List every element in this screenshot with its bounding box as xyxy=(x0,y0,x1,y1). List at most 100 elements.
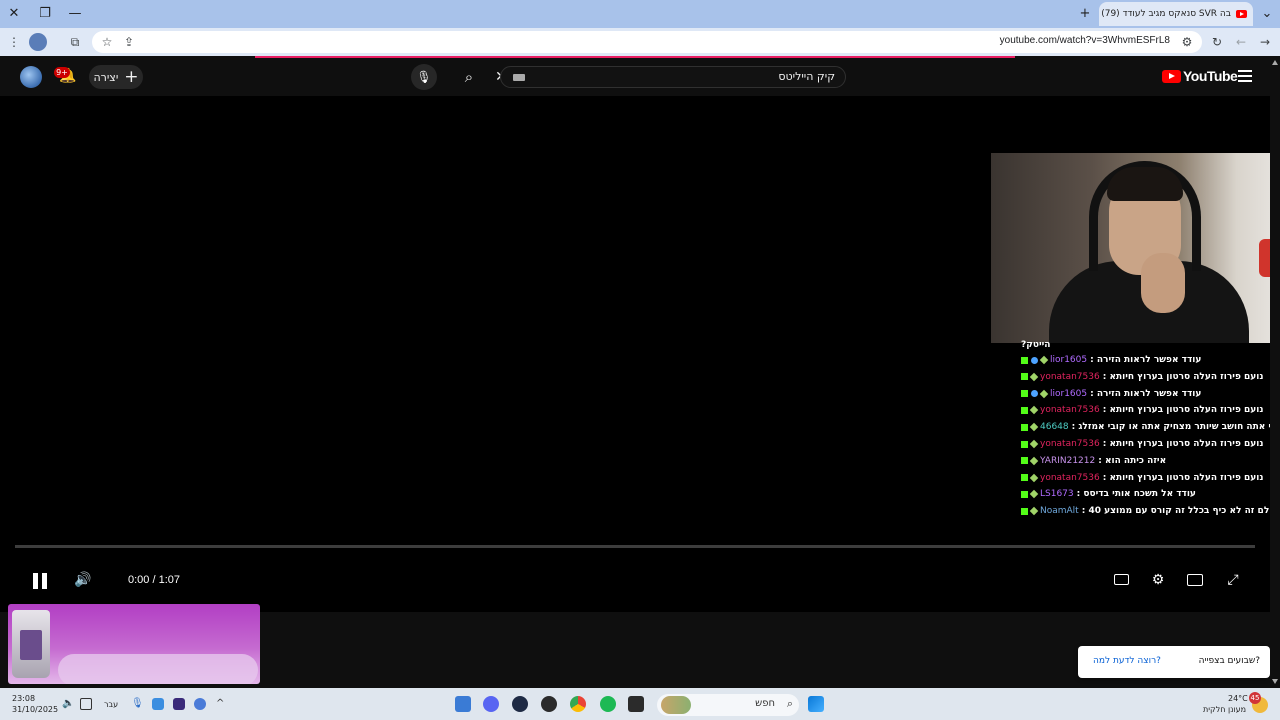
defender-icon[interactable] xyxy=(152,698,164,710)
tab-search-icon[interactable]: ⌄ xyxy=(1257,4,1277,24)
streamer-webcam-image xyxy=(991,153,1280,343)
terminal-icon[interactable] xyxy=(628,696,644,712)
chat-message: 46648 מי אתה חושב שיותר מצחיק אתה או קובי… xyxy=(1021,419,1278,435)
bookmark-star-icon[interactable]: ☆ xyxy=(98,33,116,51)
spotify-icon[interactable] xyxy=(600,696,616,712)
chat-username: NoamAlt xyxy=(1040,506,1079,517)
profile-avatar-icon[interactable] xyxy=(29,33,47,51)
fullscreen-icon[interactable]: ⤢ xyxy=(1222,570,1244,590)
tab-title: (79) סנאקס מגיב לעודד SVR בה xyxy=(1101,9,1231,19)
new-tab-icon[interactable]: + xyxy=(1075,4,1095,24)
weather-desc[interactable]: מעונן חלקית xyxy=(1203,705,1246,714)
restore-window-icon[interactable]: ❐ xyxy=(35,4,55,24)
chat-username: yonatan7536 xyxy=(1040,439,1100,449)
chat-message: YARIN21212 איזה כיתה הוא : xyxy=(1021,453,1166,469)
volume-icon[interactable]: 🔊 xyxy=(73,570,93,590)
create-label: יצירה xyxy=(93,70,119,84)
chrome-icon[interactable] xyxy=(570,696,586,712)
start-windows-icon[interactable] xyxy=(808,696,824,712)
voice-search-icon[interactable]: 🎙 xyxy=(411,64,437,90)
chat-username: LS1673 xyxy=(1040,489,1074,500)
chat-message: NoamAltתהיה בהלם זה לא כיף בכלל זה קורס … xyxy=(1021,503,1280,519)
notification-count-badge: 9+ xyxy=(54,67,70,78)
search-input[interactable]: קיק הייליטס xyxy=(500,66,846,88)
clock-time[interactable]: 23:08 xyxy=(12,694,35,703)
video-progress-bar[interactable] xyxy=(15,545,1255,548)
menu-dots-icon[interactable]: ⋮ xyxy=(5,33,23,51)
account-avatar[interactable] xyxy=(20,66,42,88)
kick-badge-icon xyxy=(1021,406,1028,414)
chat-username: YARIN21212 xyxy=(1040,455,1096,466)
scroll-up-icon[interactable] xyxy=(1272,60,1278,65)
speaker-icon[interactable]: 🔈 xyxy=(62,698,74,710)
sync-icon[interactable] xyxy=(194,698,206,710)
create-button[interactable]: יצירה + xyxy=(89,65,143,89)
chat-message: yonatan7536 נועם פירוז העלה סרטון בערוץ ח… xyxy=(1021,436,1263,452)
chat-badge-icon xyxy=(1029,406,1039,415)
kick-badge-icon xyxy=(1021,356,1028,364)
windows-taskbar: 🔈 🎙 ^ xyxy=(0,688,1280,720)
ad-thumbnail[interactable] xyxy=(8,604,260,684)
taskbar-search[interactable]: חפש ⌕ xyxy=(657,694,799,716)
kick-badge-icon xyxy=(1021,457,1028,465)
pause-button[interactable] xyxy=(31,572,49,590)
weather-badge: 45 xyxy=(1249,692,1261,704)
chat-message-text: עודד אפשר לראות הזירה : xyxy=(1090,388,1202,399)
extensions-icon[interactable]: ⧉ xyxy=(66,33,84,51)
chat-username: 46648 xyxy=(1040,422,1069,433)
chat-message: yonatan7536 נועם פירוז העלה סרטון בערוץ ח… xyxy=(1021,470,1263,486)
survey-question: שבועים בצפייה? xyxy=(1198,656,1260,666)
language-indicator[interactable]: עבר xyxy=(104,700,118,709)
search-icon[interactable]: ⌕ xyxy=(450,66,488,88)
reload-icon[interactable]: ↻ xyxy=(1208,33,1226,51)
page-scrollbar[interactable] xyxy=(1270,56,1280,688)
time-display: 0:00 / 1:07 xyxy=(128,574,180,586)
chat-username: lior1605 xyxy=(1050,355,1088,365)
chat-badge-icon xyxy=(1039,389,1049,398)
chat-message-text: איזה כיתה הוא : xyxy=(1098,455,1167,466)
settings-gear-icon[interactable]: ⚙ xyxy=(1147,570,1169,590)
youtube-logo[interactable]: YouTube xyxy=(1162,68,1238,84)
site-settings-icon[interactable]: ⚙ xyxy=(1178,33,1196,51)
network-icon[interactable] xyxy=(80,698,92,710)
youtube-favicon-icon xyxy=(1236,10,1247,18)
chat-badge-icon xyxy=(1029,490,1039,499)
back-icon[interactable]: → xyxy=(1256,33,1274,51)
chat-message: yonatan7536 נועם פירוז העלה סרטון בערוץ ח… xyxy=(1021,402,1263,418)
chat-message-text: עודד אל תשכח אותי בדיסס : xyxy=(1076,489,1196,500)
weather-temp[interactable]: 24°C xyxy=(1228,694,1248,703)
browser-tab[interactable]: (79) סנאקס מגיב לעודד SVR בה ✕ xyxy=(1099,2,1253,26)
close-window-icon[interactable]: ✕ xyxy=(4,4,24,24)
tray-chevron-icon[interactable]: ^ xyxy=(216,698,228,710)
chat-message-text: נועם פירוז העלה סרטון בערוץ חיותא : xyxy=(1102,371,1264,382)
chat-badge-icon xyxy=(1029,439,1039,449)
chat-message: yonatan7536 נועם פירוז העלה סרטון בערוץ ח… xyxy=(1021,369,1263,385)
chat-message-text: נועם פירוז העלה סרטון בערוץ חיותא : xyxy=(1102,405,1264,416)
survey-link[interactable]: רוצה לדעת למה? xyxy=(1093,656,1161,666)
forward-icon[interactable]: ← xyxy=(1232,33,1250,51)
hamburger-menu-icon[interactable] xyxy=(1238,70,1252,82)
calculator-icon[interactable] xyxy=(455,696,471,712)
share-icon[interactable]: ⇪ xyxy=(120,33,138,51)
app-icon[interactable] xyxy=(512,696,528,712)
theater-mode-icon[interactable] xyxy=(1184,570,1206,590)
chat-message-text: נועם פירוז העלה סרטון בערוץ חיותא : xyxy=(1102,472,1264,483)
survey-popup: שבועים בצפייה? רוצה לדעת למה? xyxy=(1078,646,1270,678)
browser-tab-bar: ✕ ❐ — + (79) סנאקס מגיב לעודד SVR בה ✕ ⌄ xyxy=(0,0,1280,28)
subtitles-icon[interactable] xyxy=(1110,570,1132,590)
chat-message: LS1673 עודד אל תשכח אותי בדיסס : xyxy=(1021,486,1196,502)
keyboard-icon[interactable] xyxy=(513,74,525,81)
steam-icon[interactable] xyxy=(541,696,557,712)
chat-badge-icon xyxy=(1029,473,1039,482)
discord-icon[interactable] xyxy=(483,696,499,712)
clock-date[interactable]: 31/10/2025 xyxy=(12,705,58,714)
url-text[interactable]: youtube.com/watch?v=3WhvmESFrL8 xyxy=(1000,35,1170,46)
notion-icon[interactable] xyxy=(173,698,185,710)
minimize-window-icon[interactable]: — xyxy=(65,4,85,24)
kick-badge-icon xyxy=(1021,440,1028,448)
browser-toolbar: ⋮ ⧉ ☆ ⇪ youtube.com/watch?v=3WhvmESFrL8 … xyxy=(0,28,1280,56)
microphone-icon[interactable]: 🎙 xyxy=(131,698,144,710)
scroll-down-icon[interactable] xyxy=(1272,679,1278,684)
omnibox[interactable]: ☆ ⇪ youtube.com/watch?v=3WhvmESFrL8 ⚙ xyxy=(92,31,1202,53)
chat-message: lior1605 עודד אפשר לראות הזירה : xyxy=(1021,352,1201,368)
